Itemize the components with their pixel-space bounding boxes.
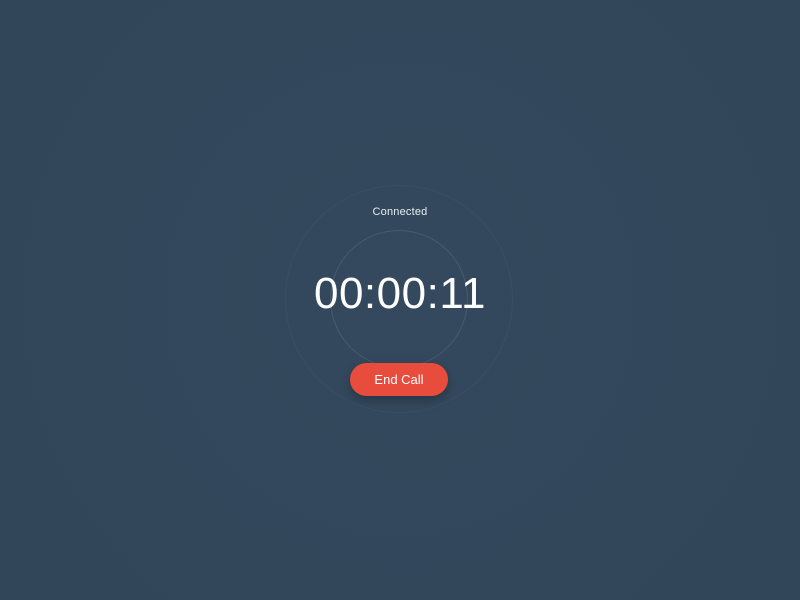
call-status-label: Connected (372, 206, 428, 218)
end-call-button[interactable]: End Call (350, 363, 448, 396)
call-timer: 00:00:11 (313, 269, 486, 318)
call-screen: Connected 00:00:11 End Call (0, 0, 800, 600)
